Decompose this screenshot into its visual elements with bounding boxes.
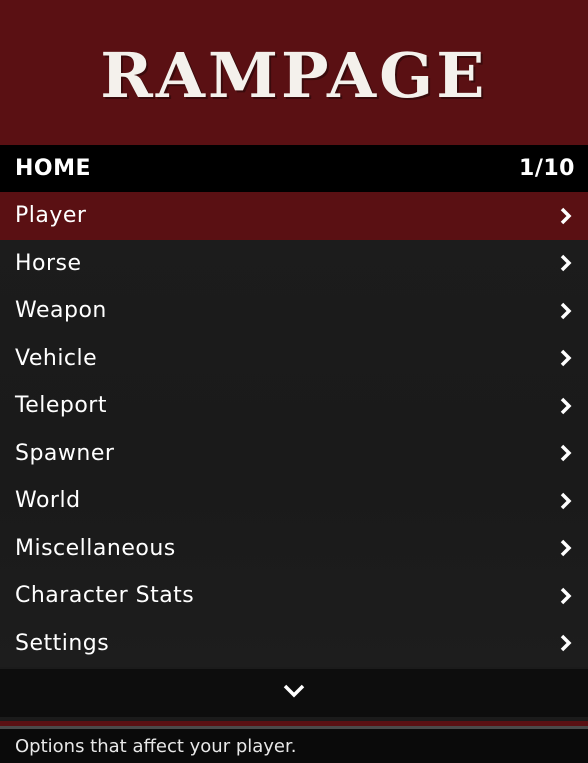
- menu-item-label: Vehicle: [15, 345, 98, 371]
- menu-item-label: Weapon: [15, 298, 107, 324]
- menu-item-teleport[interactable]: Teleport: [0, 382, 588, 430]
- chevron-right-icon: [556, 586, 576, 606]
- menu-subheader: HOME 1/10: [0, 145, 588, 192]
- menu-item-player[interactable]: Player: [0, 192, 588, 240]
- section-title: HOME: [15, 156, 92, 181]
- chevron-right-icon: [556, 348, 576, 368]
- chevron-right-icon: [556, 633, 576, 653]
- chevron-right-icon: [556, 301, 576, 321]
- option-description: Options that affect your player.: [0, 729, 588, 763]
- menu-item-horse[interactable]: Horse: [0, 240, 588, 288]
- menu-item-world[interactable]: World: [0, 477, 588, 525]
- chevron-right-icon: [556, 206, 576, 226]
- menu-item-label: Spawner: [15, 440, 115, 466]
- menu-item-character-stats[interactable]: Character Stats: [0, 572, 588, 620]
- menu-item-label: Character Stats: [15, 583, 195, 609]
- menu-list: Player Horse Weapon Vehicle Teleport Spa…: [0, 192, 588, 667]
- item-counter: 1/10: [519, 156, 575, 181]
- menu-item-label: Settings: [15, 630, 110, 656]
- menu-logo-title: RAMPAGE: [100, 39, 488, 112]
- trainer-menu: RAMPAGE HOME 1/10 Player Horse Weapon Ve…: [0, 0, 588, 763]
- chevron-down-icon: [283, 683, 305, 703]
- menu-header: RAMPAGE: [0, 0, 588, 145]
- chevron-right-icon: [556, 491, 576, 511]
- chevron-right-icon: [556, 538, 576, 558]
- scroll-down-button[interactable]: [0, 669, 588, 717]
- chevron-right-icon: [556, 396, 576, 416]
- menu-item-label: Horse: [15, 250, 82, 276]
- menu-item-settings[interactable]: Settings: [0, 620, 588, 668]
- menu-item-label: World: [15, 488, 81, 514]
- menu-item-miscellaneous[interactable]: Miscellaneous: [0, 525, 588, 573]
- menu-item-spawner[interactable]: Spawner: [0, 430, 588, 478]
- chevron-right-icon: [556, 253, 576, 273]
- menu-item-label: Teleport: [15, 393, 107, 419]
- menu-item-label: Player: [15, 203, 87, 229]
- chevron-right-icon: [556, 443, 576, 463]
- menu-item-vehicle[interactable]: Vehicle: [0, 335, 588, 383]
- menu-item-weapon[interactable]: Weapon: [0, 287, 588, 335]
- menu-item-label: Miscellaneous: [15, 535, 176, 561]
